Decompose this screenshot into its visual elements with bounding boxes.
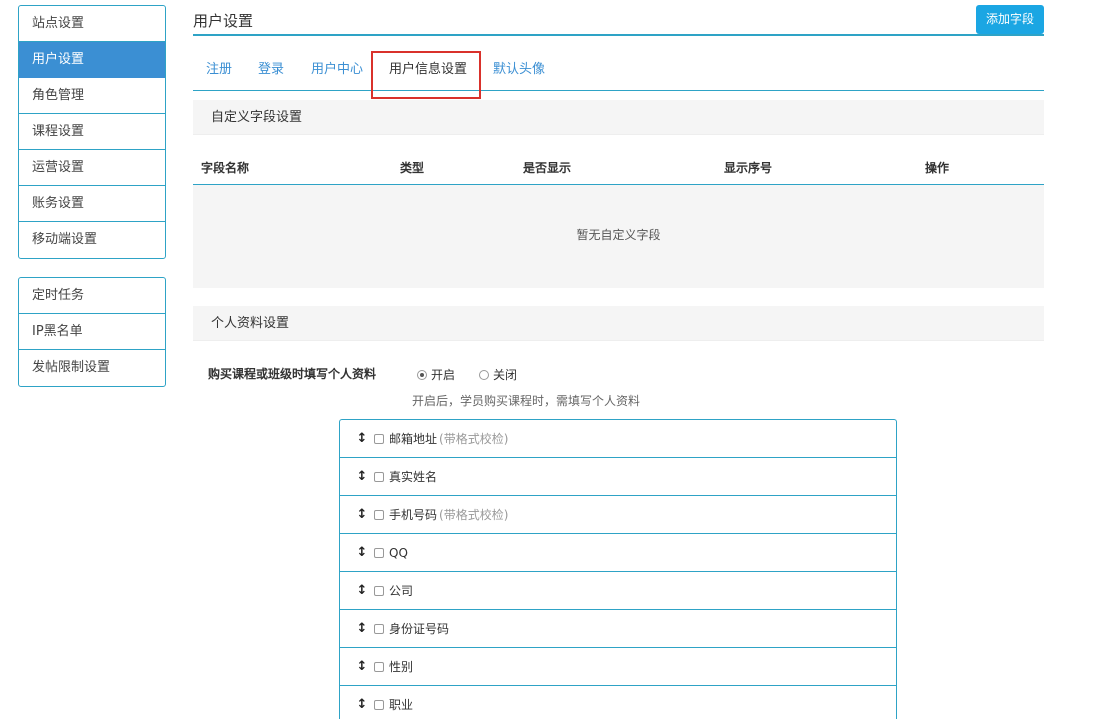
field-row-job: ↕ 职业 (340, 686, 896, 719)
sidebar-item-ip-blacklist[interactable]: IP黑名单 (19, 314, 165, 350)
drag-handle-icon[interactable]: ↕ (356, 431, 368, 446)
sidebar-item-course[interactable]: 课程设置 (19, 114, 165, 150)
header-divider (193, 34, 1044, 36)
column-visible: 是否显示 (523, 161, 572, 175)
column-order: 显示序号 (724, 161, 773, 175)
sidebar-item-scheduled-task[interactable]: 定时任务 (19, 278, 165, 314)
checkbox[interactable] (374, 509, 384, 520)
tab-register[interactable]: 注册 (206, 50, 232, 90)
profile-option-label: 购买课程或班级时填写个人资料 (208, 367, 377, 381)
tab-default-avatar[interactable]: 默认头像 (493, 50, 545, 90)
drag-handle-icon[interactable]: ↕ (356, 659, 368, 674)
field-row-gender: ↕ 性别 (340, 648, 896, 686)
field-label: 真实姓名 (389, 470, 438, 484)
field-row-realname: ↕ 真实姓名 (340, 458, 896, 496)
sidebar-item-role[interactable]: 角色管理 (19, 78, 165, 114)
field-label: 邮箱地址 (389, 432, 438, 446)
tab-user-center[interactable]: 用户中心 (311, 50, 363, 90)
column-field-name: 字段名称 (201, 161, 250, 175)
radio-off[interactable]: 关闭 (479, 366, 517, 383)
sidebar-item-finance[interactable]: 账务设置 (19, 186, 165, 222)
page-title: 用户设置 (193, 12, 254, 30)
checkbox[interactable] (374, 471, 384, 482)
radio-off-label: 关闭 (493, 368, 518, 382)
checkbox[interactable] (374, 699, 384, 710)
sidebar-group-settings: 站点设置 用户设置 角色管理 课程设置 运营设置 账务设置 移动端设置 (18, 5, 166, 259)
field-row-email: ↕ 邮箱地址 (带格式校检) (340, 420, 896, 458)
checkbox[interactable] (374, 623, 384, 634)
field-row-qq: ↕ QQ (340, 534, 896, 572)
sidebar-item-user[interactable]: 用户设置 (19, 42, 165, 78)
drag-handle-icon[interactable]: ↕ (356, 507, 368, 522)
custom-fields-table-header: 字段名称 类型 是否显示 显示序号 操作 (193, 150, 1044, 185)
drag-handle-icon[interactable]: ↕ (356, 621, 368, 636)
drag-handle-icon[interactable]: ↕ (356, 469, 368, 484)
sidebar-group-tools: 定时任务 IP黑名单 发帖限制设置 (18, 277, 166, 387)
radio-on[interactable]: 开启 (417, 366, 455, 383)
field-row-company: ↕ 公司 (340, 572, 896, 610)
profile-field-list: ↕ 邮箱地址 (带格式校检) ↕ 真实姓名 ↕ 手机号码 (带格式校检) ↕ Q… (339, 419, 897, 719)
checkbox[interactable] (374, 433, 384, 444)
custom-fields-empty: 暂无自定义字段 (193, 185, 1044, 288)
add-field-button[interactable]: 添加字段 (976, 5, 1044, 34)
field-note: (带格式校检) (439, 432, 509, 446)
field-label: 手机号码 (389, 508, 438, 522)
custom-fields-section-title: 自定义字段设置 (193, 100, 1044, 135)
radio-selected-icon (417, 369, 427, 380)
drag-handle-icon[interactable]: ↕ (356, 583, 368, 598)
sidebar-item-mobile[interactable]: 移动端设置 (19, 222, 165, 258)
checkbox[interactable] (374, 585, 384, 596)
checkbox[interactable] (374, 661, 384, 672)
column-type: 类型 (400, 161, 425, 175)
sidebar-item-site[interactable]: 站点设置 (19, 6, 165, 42)
profile-section-title: 个人资料设置 (193, 306, 1044, 341)
field-row-idcard: ↕ 身份证号码 (340, 610, 896, 648)
radio-on-label: 开启 (431, 368, 456, 382)
field-label: 职业 (389, 698, 414, 712)
drag-handle-icon[interactable]: ↕ (356, 697, 368, 712)
profile-option-hint: 开启后，学员购买课程时，需填写个人资料 (412, 394, 641, 408)
field-label: QQ (389, 545, 408, 560)
field-note: (带格式校检) (439, 508, 509, 522)
sidebar-item-post-limit[interactable]: 发帖限制设置 (19, 350, 165, 386)
field-row-mobile: ↕ 手机号码 (带格式校检) (340, 496, 896, 534)
field-label: 身份证号码 (389, 622, 450, 636)
checkbox[interactable] (374, 547, 384, 558)
tab-bar: 注册 登录 用户中心 用户信息设置 默认头像 (193, 50, 1044, 91)
tab-highlight-box (371, 51, 481, 99)
column-actions: 操作 (925, 161, 950, 175)
field-label: 公司 (389, 584, 414, 598)
field-label: 性别 (389, 660, 414, 674)
drag-handle-icon[interactable]: ↕ (356, 545, 368, 560)
radio-unselected-icon (479, 369, 489, 380)
tab-login[interactable]: 登录 (258, 50, 284, 90)
sidebar-item-operation[interactable]: 运营设置 (19, 150, 165, 186)
